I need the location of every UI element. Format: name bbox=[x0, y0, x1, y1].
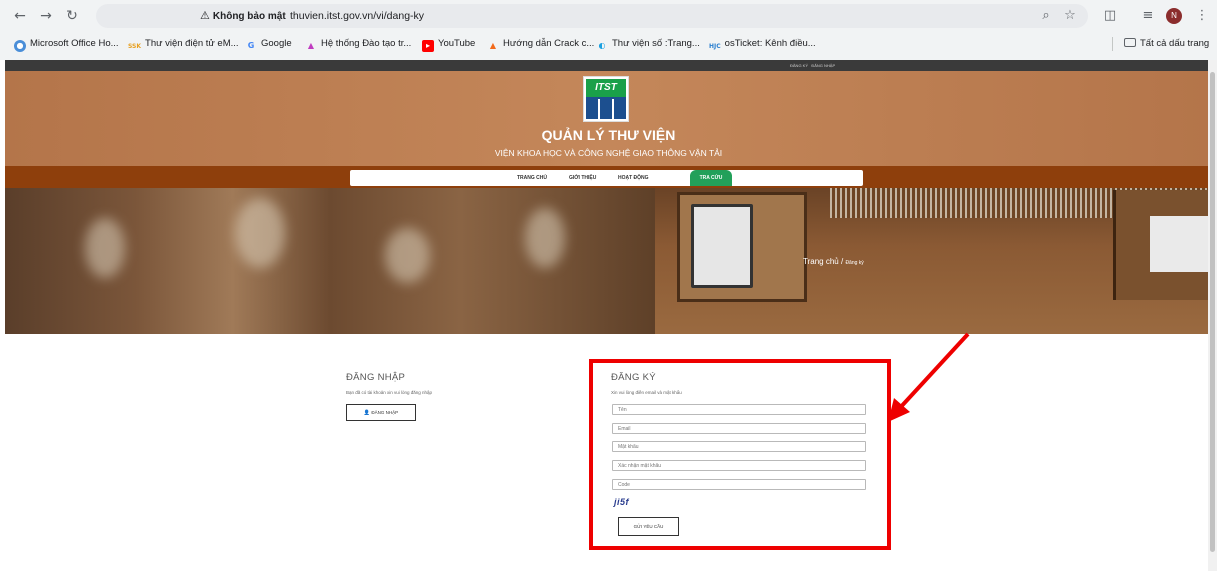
hero-blur-spot bbox=[85, 218, 125, 278]
forward-icon[interactable]: → bbox=[36, 6, 56, 26]
bookmark-item[interactable]: ▸ YouTube bbox=[422, 36, 475, 52]
site-subtitle: VIỆN KHOA HỌC VÀ CÔNG NGHỆ GIAO THÔNG VẬ… bbox=[494, 148, 723, 158]
star-icon[interactable]: ☆ bbox=[1060, 6, 1080, 26]
annotation-highlight-box bbox=[589, 359, 891, 550]
reload-icon[interactable]: ↻ bbox=[62, 6, 82, 26]
url-text[interactable]: thuvien.itst.gov.vn/vi/dang-ky bbox=[290, 8, 424, 24]
menu-icon[interactable]: ⋮ bbox=[1192, 6, 1212, 26]
google-icon: G bbox=[247, 41, 255, 50]
bookmarks-separator bbox=[1112, 37, 1113, 51]
logo-road-lines bbox=[598, 99, 614, 119]
hero-drawer-card bbox=[691, 204, 753, 288]
top-bar bbox=[5, 60, 1208, 71]
browser-chrome: ← → ↻ ⚠ Không bảo mật thuvien.itst.gov.vn… bbox=[0, 0, 1217, 60]
bookmark-item[interactable]: ▲ Hướng dẫn Crack c... bbox=[487, 36, 594, 52]
digital-library-icon: ◐ bbox=[598, 41, 606, 50]
browser-toolbar: ← → ↻ ⚠ Không bảo mật thuvien.itst.gov.vn… bbox=[0, 0, 1217, 32]
site-logo[interactable]: ITST bbox=[583, 76, 629, 122]
page-scrollbar[interactable] bbox=[1208, 60, 1217, 571]
extensions-icon[interactable]: ◫ bbox=[1100, 6, 1120, 26]
bookmark-item[interactable]: G Google bbox=[245, 36, 292, 52]
breadcrumb-current: Đăng ký bbox=[845, 260, 864, 266]
hero-blur-spot bbox=[235, 198, 285, 268]
site-title: QUẢN LÝ THƯ VIỆN bbox=[541, 127, 676, 143]
nav-home[interactable]: TRANG CHỦ bbox=[517, 170, 547, 186]
address-bar[interactable]: ⚠ Không bảo mật thuvien.itst.gov.vn/vi/da… bbox=[96, 4, 1088, 28]
breadcrumb-home[interactable]: Trang chủ bbox=[803, 257, 839, 266]
login-note: Bạn đã có tài khoản xin vui lòng đăng nh… bbox=[346, 390, 433, 395]
profile-avatar[interactable]: N bbox=[1166, 8, 1182, 24]
nav-search[interactable]: TRA CỨU bbox=[690, 170, 732, 186]
warning-triangle-icon: ▲ bbox=[489, 41, 497, 50]
top-link-register[interactable]: ĐĂNG KÝ bbox=[790, 63, 808, 68]
nav-activities[interactable]: HOẠT ĐỘNG bbox=[618, 170, 649, 186]
back-icon[interactable]: ← bbox=[10, 6, 30, 26]
login-button-label: ĐĂNG NHẬP bbox=[371, 410, 399, 415]
breadcrumb: Trang chủ / Đăng ký bbox=[803, 257, 864, 268]
zoom-icon[interactable]: ⌕ bbox=[1036, 6, 1056, 26]
office-icon: ● bbox=[14, 40, 26, 52]
hero-blur-spot bbox=[525, 208, 565, 268]
user-icon: 👤 bbox=[363, 410, 371, 416]
bookmark-item[interactable]: ◐ Thư viện số :Trang... bbox=[596, 36, 700, 52]
nav-about[interactable]: GIỚI THIỆU bbox=[569, 170, 596, 186]
breadcrumb-separator: / bbox=[840, 257, 844, 266]
bookmark-item[interactable]: ● Microsoft Office Ho... bbox=[14, 36, 119, 52]
hero-banner bbox=[5, 188, 1208, 334]
hero-drawer-card-2 bbox=[1150, 216, 1208, 272]
security-indicator[interactable]: ⚠ Không bảo mật bbox=[200, 8, 286, 24]
training-icon: ▲ bbox=[307, 41, 315, 50]
reading-list-icon[interactable]: ≡ bbox=[1138, 6, 1158, 26]
ssk-icon: SSK bbox=[128, 43, 142, 50]
bookmark-item[interactable]: ▲ Hệ thống Đào tạo tr... bbox=[305, 36, 411, 52]
bookmark-item[interactable]: SSK Thư viện điện tử eM... bbox=[128, 36, 239, 52]
main-nav bbox=[350, 170, 863, 186]
all-bookmarks[interactable]: Tất cả dấu trang bbox=[1124, 36, 1209, 52]
top-link-login[interactable]: ĐĂNG NHẬP bbox=[811, 63, 835, 68]
login-button[interactable]: 👤 ĐĂNG NHẬP bbox=[346, 404, 416, 421]
bookmarks-bar: ● Microsoft Office Ho... SSK Thư viện điện… bbox=[0, 32, 1217, 56]
warning-icon: ⚠ bbox=[200, 9, 210, 22]
folder-icon bbox=[1124, 38, 1136, 47]
youtube-icon: ▸ bbox=[422, 40, 434, 52]
login-heading: ĐĂNG NHẬP bbox=[346, 372, 406, 383]
annotation-arrow-icon bbox=[888, 332, 970, 422]
top-links: ĐĂNG KÝ ĐĂNG NHẬP bbox=[790, 62, 835, 69]
scrollbar-thumb[interactable] bbox=[1210, 72, 1215, 552]
bookmark-item[interactable]: HJC osTicket: Kênh điều... bbox=[709, 36, 816, 52]
logo-text: ITST bbox=[586, 79, 626, 97]
hero-blur-spot bbox=[385, 228, 430, 283]
osticket-icon: HJC bbox=[709, 43, 721, 50]
